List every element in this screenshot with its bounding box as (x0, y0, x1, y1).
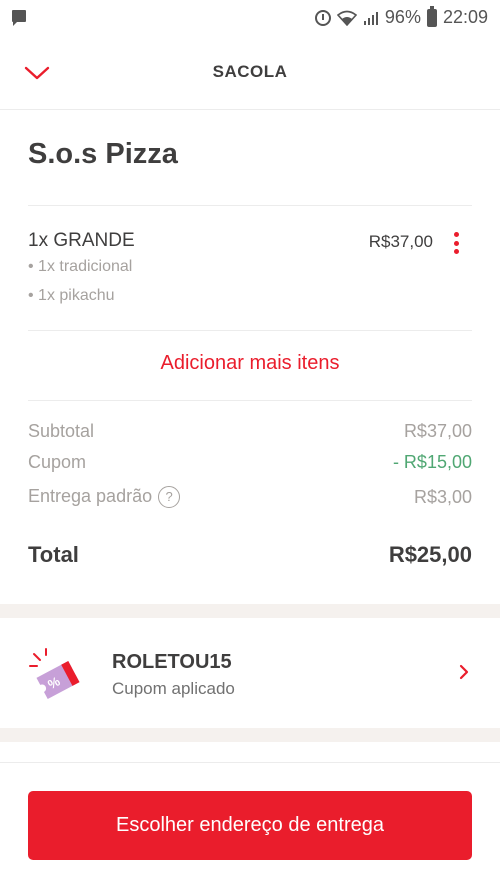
status-right: 96% 22:09 (314, 5, 488, 28)
footer: Escolher endereço de entrega (0, 762, 500, 889)
coupon-discount-value: - R$15,00 (392, 452, 472, 472)
status-bar: 96% 22:09 (0, 0, 500, 36)
divider (28, 400, 472, 401)
total-row: Total R$25,00 (28, 542, 472, 568)
add-more-items-link[interactable]: Adicionar mais itens (0, 352, 500, 375)
message-icon (12, 10, 26, 26)
total-label: Total (28, 542, 79, 567)
applied-coupon[interactable]: % ROLETOU15 Cupom aplicado (0, 618, 500, 728)
alarm-icon (314, 9, 331, 26)
coupon-ticket-icon: % (26, 646, 86, 706)
coupon-row: Cupom - R$15,00 (28, 452, 472, 473)
delivery-value: R$3,00 (413, 486, 472, 507)
cart-item-option: • 1x pikachu (28, 287, 115, 304)
subtotal-row: Subtotal R$37,00 (28, 421, 472, 442)
help-icon[interactable]: ? (158, 486, 181, 509)
chevron-right-icon (458, 664, 470, 680)
wifi-icon (336, 10, 357, 26)
coupon-status: Cupom aplicado (112, 679, 235, 698)
cart-item-name: 1x GRANDE (28, 230, 135, 251)
divider (28, 330, 472, 331)
delivery-label: Entrega padrão (28, 486, 153, 506)
total-value: R$25,00 (388, 542, 472, 567)
coupon-code: ROLETOU15 (112, 651, 232, 673)
section-separator (0, 604, 500, 618)
subtotal-value: R$37,00 (403, 421, 472, 441)
restaurant-name: S.o.s Pizza (28, 138, 178, 170)
section-separator (0, 728, 500, 742)
divider (28, 205, 472, 206)
delivery-row: Entrega padrão? R$3,00 (28, 486, 472, 509)
choose-address-button[interactable]: Escolher endereço de entrega (28, 791, 472, 860)
cart-item-price: R$37,00 (368, 232, 433, 251)
subtotal-label: Subtotal (28, 421, 95, 441)
status-time: 22:09 (442, 7, 488, 27)
battery-percent: 96% (384, 7, 421, 27)
coupon-label: Cupom (28, 452, 87, 472)
cart-item-option: • 1x tradicional (28, 258, 133, 275)
battery-icon (426, 5, 437, 27)
more-vertical-icon[interactable] (450, 229, 462, 257)
signal-icon (363, 10, 379, 26)
header: SACOLA (0, 36, 500, 110)
page-title: SACOLA (212, 62, 288, 81)
